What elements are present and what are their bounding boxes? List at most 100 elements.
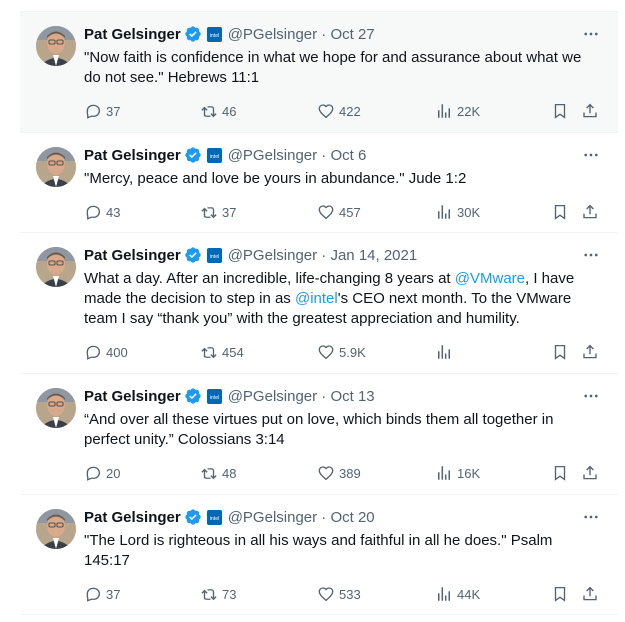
share-button[interactable] bbox=[581, 102, 599, 120]
reply-count: 20 bbox=[106, 465, 121, 481]
tweet-card[interactable]: Pat Gelsinger intel @PGelsinger · Oct 6 … bbox=[20, 133, 618, 233]
more-icon[interactable] bbox=[580, 244, 602, 266]
views-icon bbox=[438, 104, 450, 118]
intel-affiliate-icon[interactable]: intel bbox=[206, 147, 222, 163]
intel-affiliate-icon[interactable]: intel bbox=[206, 247, 222, 263]
views-count: 22K bbox=[457, 103, 481, 119]
reply-icon bbox=[86, 104, 101, 119]
views-button[interactable]: 16K bbox=[435, 464, 480, 482]
share-button[interactable] bbox=[581, 464, 599, 482]
tweet-card[interactable]: Pat Gelsinger intel @PGelsinger · Oct 20… bbox=[20, 495, 618, 615]
bookmark-button[interactable] bbox=[551, 102, 569, 120]
reply-icon bbox=[86, 466, 101, 481]
handle-and-time[interactable]: @PGelsinger · Oct 27 bbox=[228, 26, 375, 43]
retweet-count: 37 bbox=[222, 204, 237, 220]
bookmark-button[interactable] bbox=[551, 585, 569, 603]
retweet-button[interactable]: 46 bbox=[200, 102, 236, 120]
verified-badge-icon bbox=[185, 388, 201, 404]
svg-text:intel: intel bbox=[209, 253, 218, 259]
reply-icon bbox=[86, 205, 101, 220]
retweet-button[interactable]: 73 bbox=[200, 585, 236, 603]
retweet-button[interactable]: 454 bbox=[200, 343, 244, 361]
more-icon[interactable] bbox=[580, 506, 602, 528]
retweet-icon bbox=[201, 589, 217, 601]
avatar[interactable] bbox=[36, 247, 76, 287]
reply-count: 43 bbox=[106, 204, 121, 220]
more-icon[interactable] bbox=[580, 385, 602, 407]
retweet-count: 73 bbox=[222, 586, 237, 602]
author-name[interactable]: Pat Gelsinger bbox=[84, 26, 181, 43]
views-button[interactable]: 30K bbox=[435, 203, 480, 221]
tweet-card[interactable]: Pat Gelsinger intel @PGelsinger · Jan 14… bbox=[20, 233, 618, 374]
bookmark-button[interactable] bbox=[551, 203, 569, 221]
views-button[interactable]: 44K bbox=[435, 585, 480, 603]
tweet-card[interactable]: Pat Gelsinger intel @PGelsinger · Oct 27… bbox=[20, 11, 618, 133]
handle-and-time[interactable]: @PGelsinger · Oct 13 bbox=[228, 388, 375, 405]
retweet-count: 454 bbox=[222, 344, 244, 360]
like-button[interactable]: 422 bbox=[317, 102, 361, 120]
mention-link[interactable]: @VMware bbox=[455, 270, 525, 287]
views-icon bbox=[438, 466, 450, 480]
verified-badge-icon bbox=[185, 26, 201, 42]
tweet-actions: 43 37 457 30K bbox=[84, 201, 602, 223]
tweet-actions: 37 73 533 44K bbox=[84, 583, 602, 605]
author-name[interactable]: Pat Gelsinger bbox=[84, 388, 181, 405]
like-button[interactable]: 533 bbox=[317, 585, 361, 603]
more-icon[interactable] bbox=[580, 144, 602, 166]
views-button[interactable]: 22K bbox=[435, 102, 480, 120]
tweet-actions: 37 46 422 22K bbox=[84, 100, 602, 122]
retweet-button[interactable]: 48 bbox=[200, 464, 236, 482]
tweet-text-part: What a day. After an incredible, life-ch… bbox=[84, 270, 455, 287]
bookmark-icon bbox=[554, 204, 566, 220]
avatar[interactable] bbox=[36, 509, 76, 549]
like-button[interactable]: 389 bbox=[317, 464, 361, 482]
svg-text:intel: intel bbox=[209, 515, 218, 521]
more-icon[interactable] bbox=[580, 23, 602, 45]
reply-count: 37 bbox=[106, 103, 121, 119]
reply-button[interactable]: 43 bbox=[84, 203, 120, 221]
tweet-text: "Now faith is confidence in what we hope… bbox=[84, 49, 582, 86]
avatar[interactable] bbox=[36, 26, 76, 66]
views-icon bbox=[438, 587, 450, 601]
avatar[interactable] bbox=[36, 147, 76, 187]
handle-and-time[interactable]: @PGelsinger · Jan 14, 2021 bbox=[228, 247, 418, 264]
views-button[interactable] bbox=[435, 343, 457, 361]
handle-and-time[interactable]: @PGelsinger · Oct 20 bbox=[228, 509, 375, 526]
bookmark-button[interactable] bbox=[551, 343, 569, 361]
like-button[interactable]: 457 bbox=[317, 203, 361, 221]
intel-affiliate-icon[interactable]: intel bbox=[206, 509, 222, 525]
retweet-icon bbox=[201, 347, 217, 359]
reply-button[interactable]: 37 bbox=[84, 585, 120, 603]
tweet-text: "The Lord is righteous in all his ways a… bbox=[84, 532, 553, 569]
handle-and-time[interactable]: @PGelsinger · Oct 6 bbox=[228, 147, 367, 164]
author-name[interactable]: Pat Gelsinger bbox=[84, 509, 181, 526]
bookmark-icon bbox=[554, 465, 566, 481]
tweet-text: "Mercy, peace and love be yours in abund… bbox=[84, 170, 467, 187]
share-button[interactable] bbox=[581, 203, 599, 221]
mention-link[interactable]: @intel bbox=[295, 290, 338, 307]
reply-button[interactable]: 37 bbox=[84, 102, 120, 120]
author-name[interactable]: Pat Gelsinger bbox=[84, 247, 181, 264]
like-count: 533 bbox=[339, 586, 361, 602]
avatar[interactable] bbox=[36, 388, 76, 428]
share-button[interactable] bbox=[581, 585, 599, 603]
retweet-button[interactable]: 37 bbox=[200, 203, 236, 221]
bookmark-icon bbox=[554, 344, 566, 360]
verified-badge-icon bbox=[185, 247, 201, 263]
retweet-count: 46 bbox=[222, 103, 237, 119]
like-icon bbox=[318, 104, 334, 119]
tweet-card[interactable]: Pat Gelsinger intel @PGelsinger · Oct 13… bbox=[20, 374, 618, 495]
share-button[interactable] bbox=[581, 343, 599, 361]
share-icon bbox=[583, 344, 597, 359]
reply-button[interactable]: 400 bbox=[84, 343, 128, 361]
bookmark-button[interactable] bbox=[551, 464, 569, 482]
verified-badge-icon bbox=[185, 509, 201, 525]
author-name[interactable]: Pat Gelsinger bbox=[84, 147, 181, 164]
intel-affiliate-icon[interactable]: intel bbox=[206, 26, 222, 42]
like-button[interactable]: 5.9K bbox=[317, 343, 366, 361]
reply-icon bbox=[86, 587, 101, 602]
reply-button[interactable]: 20 bbox=[84, 464, 120, 482]
intel-affiliate-icon[interactable]: intel bbox=[206, 388, 222, 404]
reply-count: 37 bbox=[106, 586, 121, 602]
views-count: 44K bbox=[457, 586, 481, 602]
